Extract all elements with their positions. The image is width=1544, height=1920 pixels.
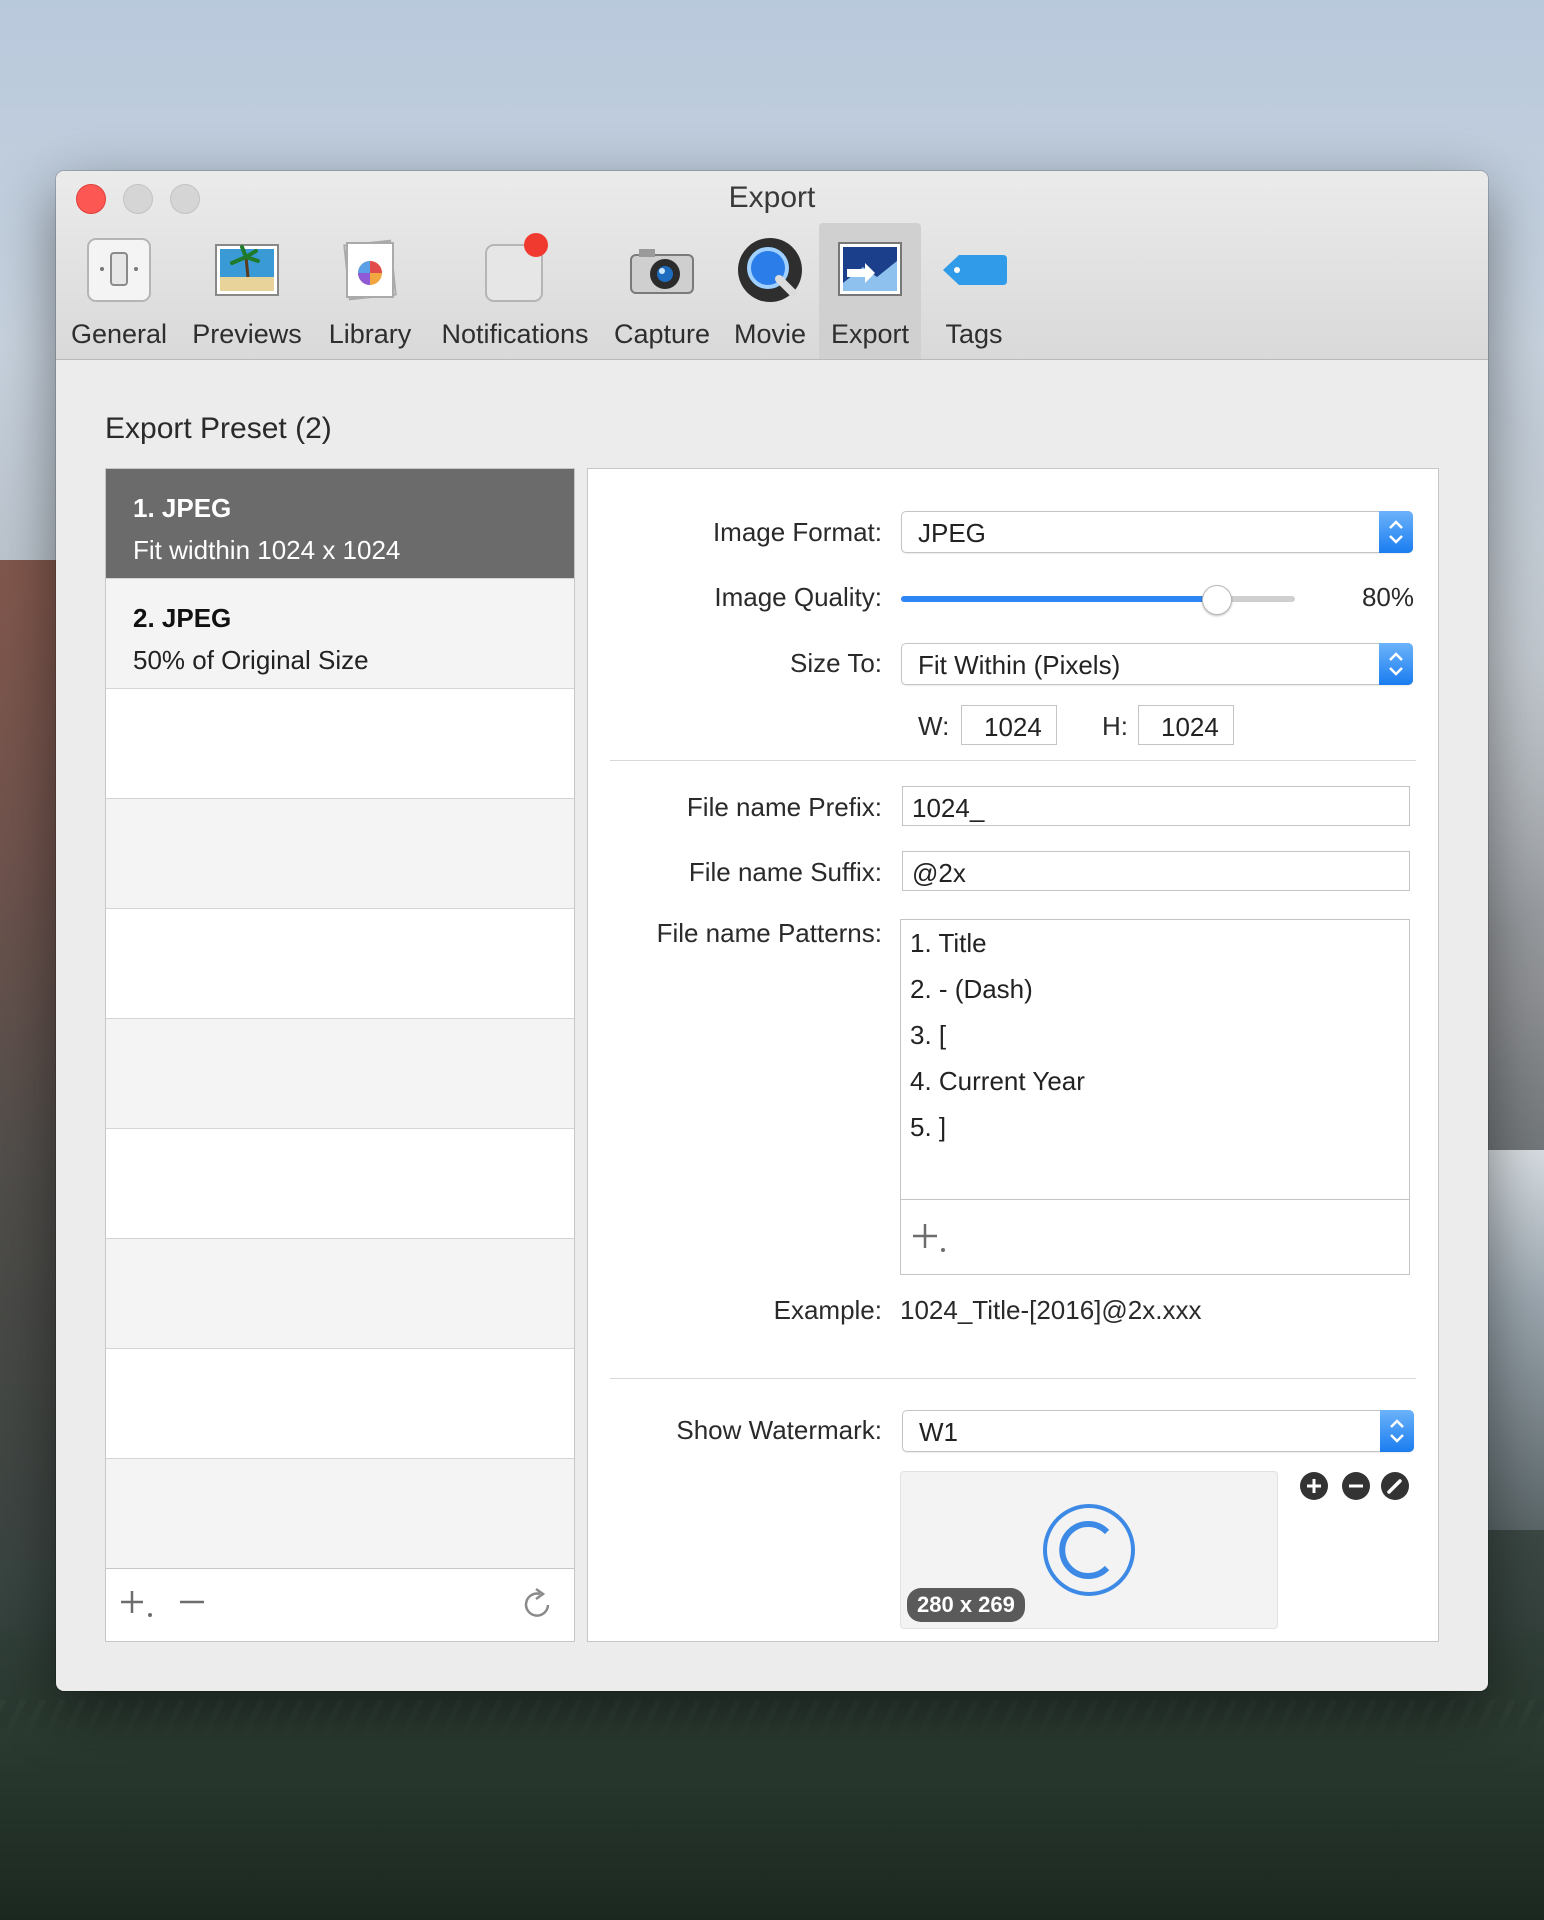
empty-row: [106, 1459, 574, 1569]
add-watermark-icon[interactable]: [1299, 1471, 1329, 1501]
divider: [610, 1378, 1416, 1379]
export-icon: [838, 242, 902, 296]
empty-row: [106, 909, 574, 1019]
width-value: 1024: [984, 712, 1042, 742]
toolbar-capture[interactable]: Capture: [610, 223, 714, 359]
toolbar-previews[interactable]: Previews: [189, 223, 305, 359]
size-to-value: Fit Within (Pixels): [918, 650, 1121, 680]
camera-icon: [630, 249, 694, 294]
image-quality-label: Image Quality:: [714, 582, 882, 612]
patterns-list[interactable]: 1. Title 2. - (Dash) 3. [ 4. Current Yea…: [900, 919, 1410, 1275]
empty-row: [106, 1019, 574, 1129]
image-quality-slider-knob[interactable]: [1202, 585, 1233, 615]
library-icon: [343, 239, 397, 301]
height-value: 1024: [1161, 712, 1219, 742]
toolbar-label: Tags: [945, 319, 1003, 349]
section-title: Export Preset (2): [105, 412, 332, 445]
watermark-value: W1: [919, 1417, 958, 1447]
empty-row: [106, 1239, 574, 1349]
notifications-icon: [485, 233, 548, 302]
preset-name: 1. JPEG: [133, 493, 232, 523]
remove-watermark-icon[interactable]: [1341, 1471, 1371, 1501]
example-value: 1024_Title-[2016]@2x.xxx: [900, 1295, 1202, 1325]
example-label: Example:: [773, 1295, 882, 1325]
suffix-value: @2x: [912, 858, 966, 888]
add-preset-button[interactable]: [116, 1583, 160, 1627]
toolbar-label: Capture: [613, 319, 711, 349]
height-label: H:: [1102, 711, 1128, 741]
titlebar: Export General Previews Library Notifica…: [56, 171, 1488, 360]
patterns-label: File name Patterns:: [656, 918, 882, 948]
pattern-item[interactable]: 4. Current Year: [910, 1066, 1085, 1097]
previews-icon: [215, 244, 279, 296]
empty-row: [106, 1349, 574, 1459]
toolbar-tags[interactable]: Tags: [932, 223, 1016, 359]
content-area: Export Preset (2) 1. JPEG Fit widthin 10…: [56, 360, 1488, 1691]
preset-list[interactable]: 1. JPEG Fit widthin 1024 x 1024 2. JPEG …: [105, 468, 575, 1642]
empty-row: [106, 1129, 574, 1239]
pattern-item[interactable]: 3. [: [910, 1020, 946, 1051]
width-label: W:: [918, 711, 950, 741]
toolbar-export[interactable]: Export: [819, 223, 921, 359]
preset-item[interactable]: 2. JPEG 50% of Original Size: [106, 579, 574, 689]
image-quality-value: 80%: [1361, 582, 1414, 612]
toolbar-label: Notifications: [441, 319, 589, 349]
chevron-updown-icon: [1379, 511, 1413, 553]
add-pattern-button[interactable]: [909, 1218, 953, 1262]
edit-watermark-icon[interactable]: [1380, 1471, 1410, 1501]
prefix-value: 1024_: [912, 793, 985, 823]
suffix-field[interactable]: @2x: [902, 851, 1410, 891]
tag-icon: [943, 255, 1007, 285]
remove-preset-button[interactable]: [174, 1583, 218, 1627]
export-settings-panel: Image Format: JPEG Image Quality: 80% Si…: [587, 468, 1439, 1642]
preset-name: 2. JPEG: [133, 603, 232, 633]
suffix-label: File name Suffix:: [688, 857, 882, 887]
size-to-label: Size To:: [789, 648, 882, 678]
divider: [610, 760, 1416, 761]
chevron-updown-icon: [1380, 1410, 1414, 1452]
toolbar-general[interactable]: General: [70, 223, 168, 359]
watermark-preview[interactable]: 280 x 269: [900, 1471, 1278, 1629]
image-format-label: Image Format:: [712, 517, 882, 547]
general-icon: [87, 238, 151, 302]
chevron-updown-icon: [1379, 643, 1413, 685]
window-title: Export: [728, 181, 816, 214]
preferences-window: Export General Previews Library Notifica…: [56, 171, 1488, 1691]
toolbar-label: Library: [328, 319, 412, 349]
reset-icon[interactable]: [516, 1583, 560, 1627]
empty-row: [106, 689, 574, 799]
toolbar-label: Export: [830, 319, 910, 349]
toolbar-label: General: [70, 319, 168, 349]
prefix-label: File name Prefix:: [686, 792, 882, 822]
pattern-item[interactable]: 5. ]: [910, 1112, 946, 1143]
image-format-popup[interactable]: JPEG: [901, 511, 1413, 553]
toolbar-movie[interactable]: Movie: [727, 223, 813, 359]
patterns-footer: [901, 1199, 1409, 1274]
preset-item[interactable]: 1. JPEG Fit widthin 1024 x 1024: [106, 469, 574, 579]
toolbar-label: Movie: [733, 319, 807, 349]
quicktime-icon: [738, 238, 802, 302]
preset-list-footer: [106, 1568, 574, 1641]
watermark-popup[interactable]: W1: [902, 1410, 1414, 1452]
watermark-size-badge: 280 x 269: [907, 1588, 1025, 1622]
preset-description: 50% of Original Size: [133, 645, 369, 675]
toolbar-label: Previews: [192, 319, 302, 349]
pattern-item[interactable]: 2. - (Dash): [910, 974, 1033, 1005]
image-quality-slider-fill: [901, 596, 1217, 602]
pattern-item[interactable]: 1. Title: [910, 928, 987, 959]
size-to-popup[interactable]: Fit Within (Pixels): [901, 643, 1413, 685]
height-field[interactable]: 1024: [1138, 705, 1234, 745]
empty-row: [106, 799, 574, 909]
watermark-label: Show Watermark:: [676, 1415, 882, 1445]
preset-description: Fit widthin 1024 x 1024: [133, 535, 401, 565]
prefix-field[interactable]: 1024_: [902, 786, 1410, 826]
width-field[interactable]: 1024: [961, 705, 1057, 745]
copyright-icon: [1043, 1504, 1135, 1596]
background-snow: [1484, 1150, 1544, 1530]
toolbar-library[interactable]: Library: [316, 223, 424, 359]
toolbar-notifications[interactable]: Notifications: [432, 223, 598, 359]
image-format-value: JPEG: [918, 518, 986, 548]
